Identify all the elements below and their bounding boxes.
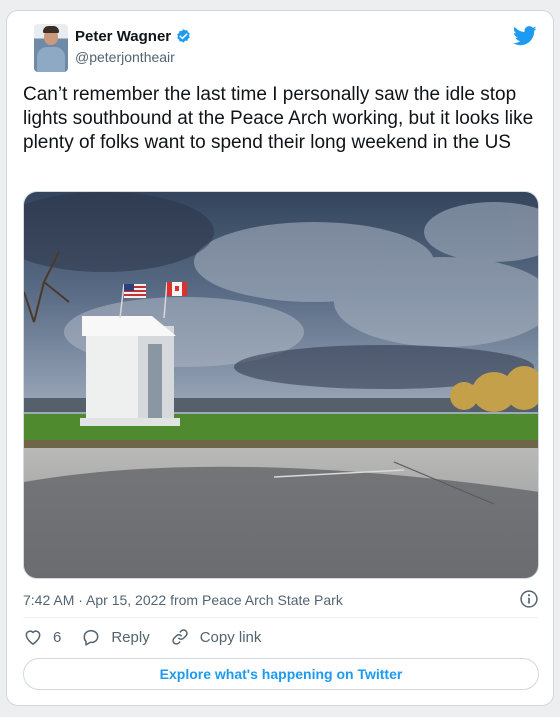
- tweet-header: Peter Wagner @peterjontheair: [7, 11, 553, 81]
- like-count: 6: [53, 628, 62, 646]
- tweet-actions: 6 Reply Copy link: [23, 626, 281, 648]
- avatar[interactable]: [34, 24, 68, 72]
- peace-arch-photo: [24, 192, 538, 578]
- verified-badge-icon: [177, 29, 190, 43]
- reply-button[interactable]: Reply: [81, 627, 150, 647]
- tweet-text: Can’t remember the last time I personall…: [23, 84, 534, 153]
- twitter-bird-icon[interactable]: [513, 25, 537, 47]
- link-icon: [171, 629, 188, 645]
- author-handle[interactable]: @peterjontheair: [75, 49, 175, 65]
- reply-label: Reply: [111, 628, 150, 646]
- author-name-row[interactable]: Peter Wagner: [75, 28, 192, 45]
- like-button[interactable]: 6: [23, 627, 61, 647]
- reply-bubble-icon: [83, 630, 99, 646]
- explore-twitter-button[interactable]: Explore what's happening on Twitter: [23, 658, 539, 690]
- info-icon[interactable]: [519, 589, 539, 609]
- tweet-meta: 7:42 AM · Apr 15, 2022 from Peace Arch S…: [23, 589, 539, 613]
- avatar-shirt: [37, 47, 65, 72]
- tweet-timestamp-location[interactable]: 7:42 AM · Apr 15, 2022 from Peace Arch S…: [23, 592, 343, 608]
- author-display-name[interactable]: Peter Wagner: [75, 28, 171, 45]
- copy-link-label: Copy link: [199, 628, 262, 646]
- tweet-photo[interactable]: [23, 191, 539, 579]
- copy-link-button[interactable]: Copy link: [170, 627, 262, 647]
- divider: [23, 617, 539, 618]
- avatar-hair: [43, 26, 59, 33]
- tweet-card: Peter Wagner @peterjontheair Can’t remem…: [6, 10, 554, 706]
- heart-icon: [25, 630, 41, 645]
